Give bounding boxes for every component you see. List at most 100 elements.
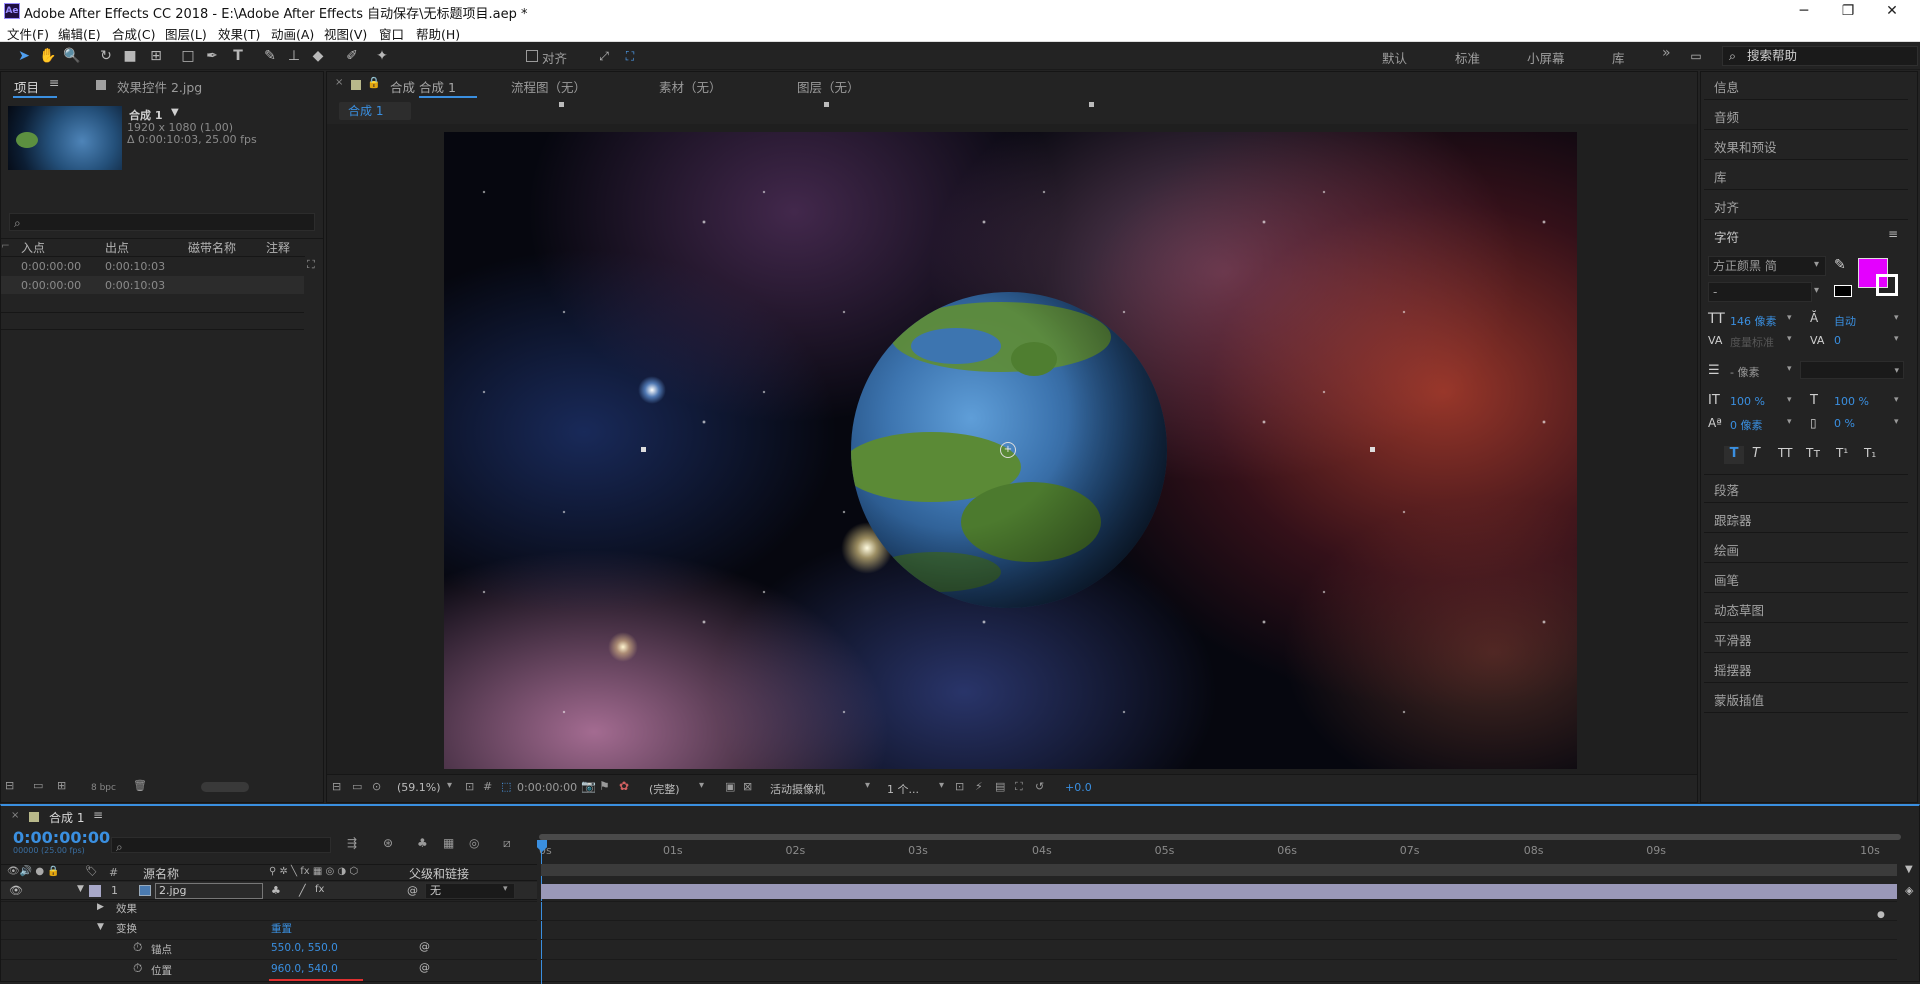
panel-paint[interactable]: 绘画 bbox=[1714, 540, 1739, 559]
panel-mask-interpolation[interactable]: 蒙版插值 bbox=[1714, 690, 1764, 709]
workspace-standard[interactable]: 标准 bbox=[1455, 48, 1480, 67]
interpret-footage-icon[interactable]: ⊟ bbox=[5, 779, 14, 792]
comp-breadcrumb[interactable]: 合成 1 bbox=[339, 102, 411, 120]
camera-dropdown[interactable]: 活动摄像机 bbox=[770, 781, 825, 797]
chevron-down-icon[interactable]: ▾ bbox=[1894, 313, 1899, 323]
vr-icon[interactable]: ⊙ bbox=[372, 780, 381, 793]
pen-tool-icon[interactable]: ✒ bbox=[202, 46, 222, 66]
close-tab-icon[interactable]: × bbox=[335, 77, 343, 88]
layer-handle[interactable] bbox=[824, 102, 829, 107]
camera-tool-icon[interactable]: ■ bbox=[120, 46, 140, 66]
fx-switch-icon[interactable]: fx bbox=[315, 884, 324, 895]
menu-effect[interactable]: 效果(T) bbox=[218, 24, 260, 43]
chevron-down-icon[interactable]: ▾ bbox=[503, 884, 508, 894]
exposure-value[interactable]: +0.0 bbox=[1065, 781, 1092, 794]
expression-pick-whip-icon[interactable]: @ bbox=[419, 940, 430, 953]
tab-footage[interactable]: 素材（无） bbox=[659, 77, 722, 96]
menu-help[interactable]: 帮助(H) bbox=[416, 24, 460, 43]
eraser-tool-icon[interactable]: ◆ bbox=[308, 46, 328, 66]
chevron-down-icon[interactable]: ▾ bbox=[1894, 334, 1899, 344]
rectangle-tool-icon[interactable]: □ bbox=[178, 46, 198, 66]
panel-paragraph[interactable]: 段落 bbox=[1714, 480, 1739, 499]
fit-icon[interactable]: ⊡ bbox=[465, 780, 474, 793]
tab-flowchart[interactable]: 流程图（无） bbox=[511, 77, 586, 96]
workspace-library[interactable]: 库 bbox=[1612, 48, 1625, 67]
col-out-point[interactable]: 出点 bbox=[105, 239, 129, 256]
menu-view[interactable]: 视图(V) bbox=[324, 24, 367, 43]
pick-whip-icon[interactable]: @ bbox=[407, 884, 418, 897]
brush-tool-icon[interactable]: ✎ bbox=[260, 46, 280, 66]
panel-effects-presets[interactable]: 效果和预设 bbox=[1714, 137, 1777, 156]
panel-menu-icon[interactable]: ≡ bbox=[1888, 227, 1898, 241]
chevron-down-icon[interactable]: ▾ bbox=[939, 780, 944, 791]
flowchart-icon[interactable]: ⛶ bbox=[1015, 780, 1023, 794]
tab-layer[interactable]: 图层（无） bbox=[797, 77, 860, 96]
tab-project[interactable]: 项目 bbox=[14, 77, 39, 96]
panel-brushes[interactable]: 画笔 bbox=[1714, 570, 1739, 589]
col-in-point[interactable]: 入点 bbox=[21, 239, 45, 256]
trash-icon[interactable]: 🗑 bbox=[133, 779, 147, 792]
panel-character-title[interactable]: 字符 bbox=[1714, 227, 1739, 246]
black-swatch[interactable] bbox=[1834, 285, 1852, 297]
hand-tool-icon[interactable]: ✋ bbox=[38, 46, 58, 66]
chevron-down-icon[interactable]: ▾ bbox=[1787, 313, 1792, 323]
viewer-timecode[interactable]: 0:00:00:00 bbox=[517, 781, 577, 794]
shy-switch-icon[interactable]: ♣ bbox=[271, 884, 281, 897]
anchor-point-value[interactable]: 550.0, 550.0 bbox=[271, 942, 338, 954]
reset-transform-link[interactable]: 重置 bbox=[271, 921, 292, 936]
col-comment[interactable]: 注释 bbox=[266, 239, 290, 256]
close-button[interactable]: ✕ bbox=[1870, 0, 1914, 22]
chevron-down-icon[interactable]: ▾ bbox=[447, 780, 452, 791]
subscript-button[interactable]: T₁ bbox=[1864, 446, 1876, 460]
transform-group-label[interactable]: 变换 bbox=[116, 921, 137, 936]
chevron-down-icon[interactable]: ▾ bbox=[1814, 259, 1819, 270]
work-area-bar[interactable] bbox=[539, 834, 1901, 840]
motion-blur-icon[interactable]: ◎ bbox=[469, 836, 479, 850]
clone-stamp-tool-icon[interactable]: ⊥ bbox=[284, 46, 304, 66]
col-tape-name[interactable]: 磁带名称 bbox=[188, 239, 236, 256]
baseline-shift-value[interactable]: 0 像素 bbox=[1730, 417, 1763, 433]
effects-group-label[interactable]: 效果 bbox=[116, 901, 137, 916]
menu-window[interactable]: 窗口 bbox=[379, 24, 404, 43]
panel-libraries[interactable]: 库 bbox=[1714, 167, 1727, 186]
menu-composition[interactable]: 合成(C) bbox=[112, 24, 155, 43]
new-folder-icon[interactable]: ▭ bbox=[33, 779, 43, 792]
chevron-down-icon[interactable]: ▾ bbox=[1787, 395, 1792, 405]
zoom-dropdown[interactable]: (59.1%) bbox=[397, 781, 441, 794]
fast-preview-icon[interactable]: ⚡ bbox=[975, 780, 983, 793]
superscript-button[interactable]: T¹ bbox=[1836, 446, 1848, 460]
leading-value[interactable]: 自动 bbox=[1834, 313, 1856, 329]
timeline-tab[interactable]: 合成 1 bbox=[49, 809, 84, 826]
chevron-down-icon[interactable]: ▾ bbox=[1814, 285, 1819, 296]
new-comp-icon[interactable]: ⊞ bbox=[57, 779, 66, 792]
view-layout-dropdown[interactable]: 1 个... bbox=[887, 781, 919, 797]
pan-behind-tool-icon[interactable]: ⊞ bbox=[146, 46, 166, 66]
layer-name[interactable]: 2.jpg bbox=[155, 883, 263, 899]
show-snapshot-icon[interactable]: ⚑ bbox=[599, 779, 610, 793]
label-color-swatch[interactable] bbox=[89, 885, 101, 897]
rotate-tool-icon[interactable]: ↻ bbox=[96, 46, 116, 66]
time-ruler[interactable]: 0s 01s 02s 03s 04s 05s 06s 07s 08s 09s 1… bbox=[539, 844, 1901, 860]
tracking-value[interactable]: 0 bbox=[1834, 334, 1841, 347]
maximize-button[interactable]: ❐ bbox=[1826, 0, 1870, 22]
help-search-input[interactable]: ⌕ 搜索帮助 bbox=[1722, 46, 1918, 66]
project-search-input[interactable]: ⌕ bbox=[9, 213, 315, 231]
transparency-grid-icon[interactable]: ⊠ bbox=[743, 780, 752, 793]
menu-edit[interactable]: 编辑(E) bbox=[58, 24, 101, 43]
minimize-button[interactable]: ─ bbox=[1782, 0, 1826, 22]
composition-canvas[interactable]: + bbox=[444, 132, 1577, 769]
stroke-width-value[interactable]: - 像素 bbox=[1730, 364, 1759, 380]
draft-3d-icon[interactable]: ⊛ bbox=[383, 836, 393, 850]
current-time-display[interactable]: 0:00:00:00 bbox=[13, 828, 110, 847]
menu-file[interactable]: 文件(F) bbox=[7, 24, 49, 43]
stopwatch-icon[interactable]: ⏱ bbox=[133, 940, 142, 955]
shy-layers-icon[interactable]: ♣ bbox=[417, 836, 428, 850]
roi-icon[interactable]: ▣ bbox=[725, 780, 735, 793]
chevron-down-icon[interactable]: ▾ bbox=[1787, 364, 1792, 374]
chevron-down-icon[interactable]: ▾ bbox=[1894, 395, 1899, 405]
panel-menu-icon[interactable]: ≡ bbox=[93, 808, 103, 822]
lock-icon[interactable]: 🔒 bbox=[367, 76, 381, 89]
zoom-tool-icon[interactable]: 🔍 bbox=[62, 46, 82, 66]
selection-tool-icon[interactable]: ➤ bbox=[14, 46, 34, 66]
snap-icon[interactable]: ⤢ bbox=[594, 46, 614, 66]
